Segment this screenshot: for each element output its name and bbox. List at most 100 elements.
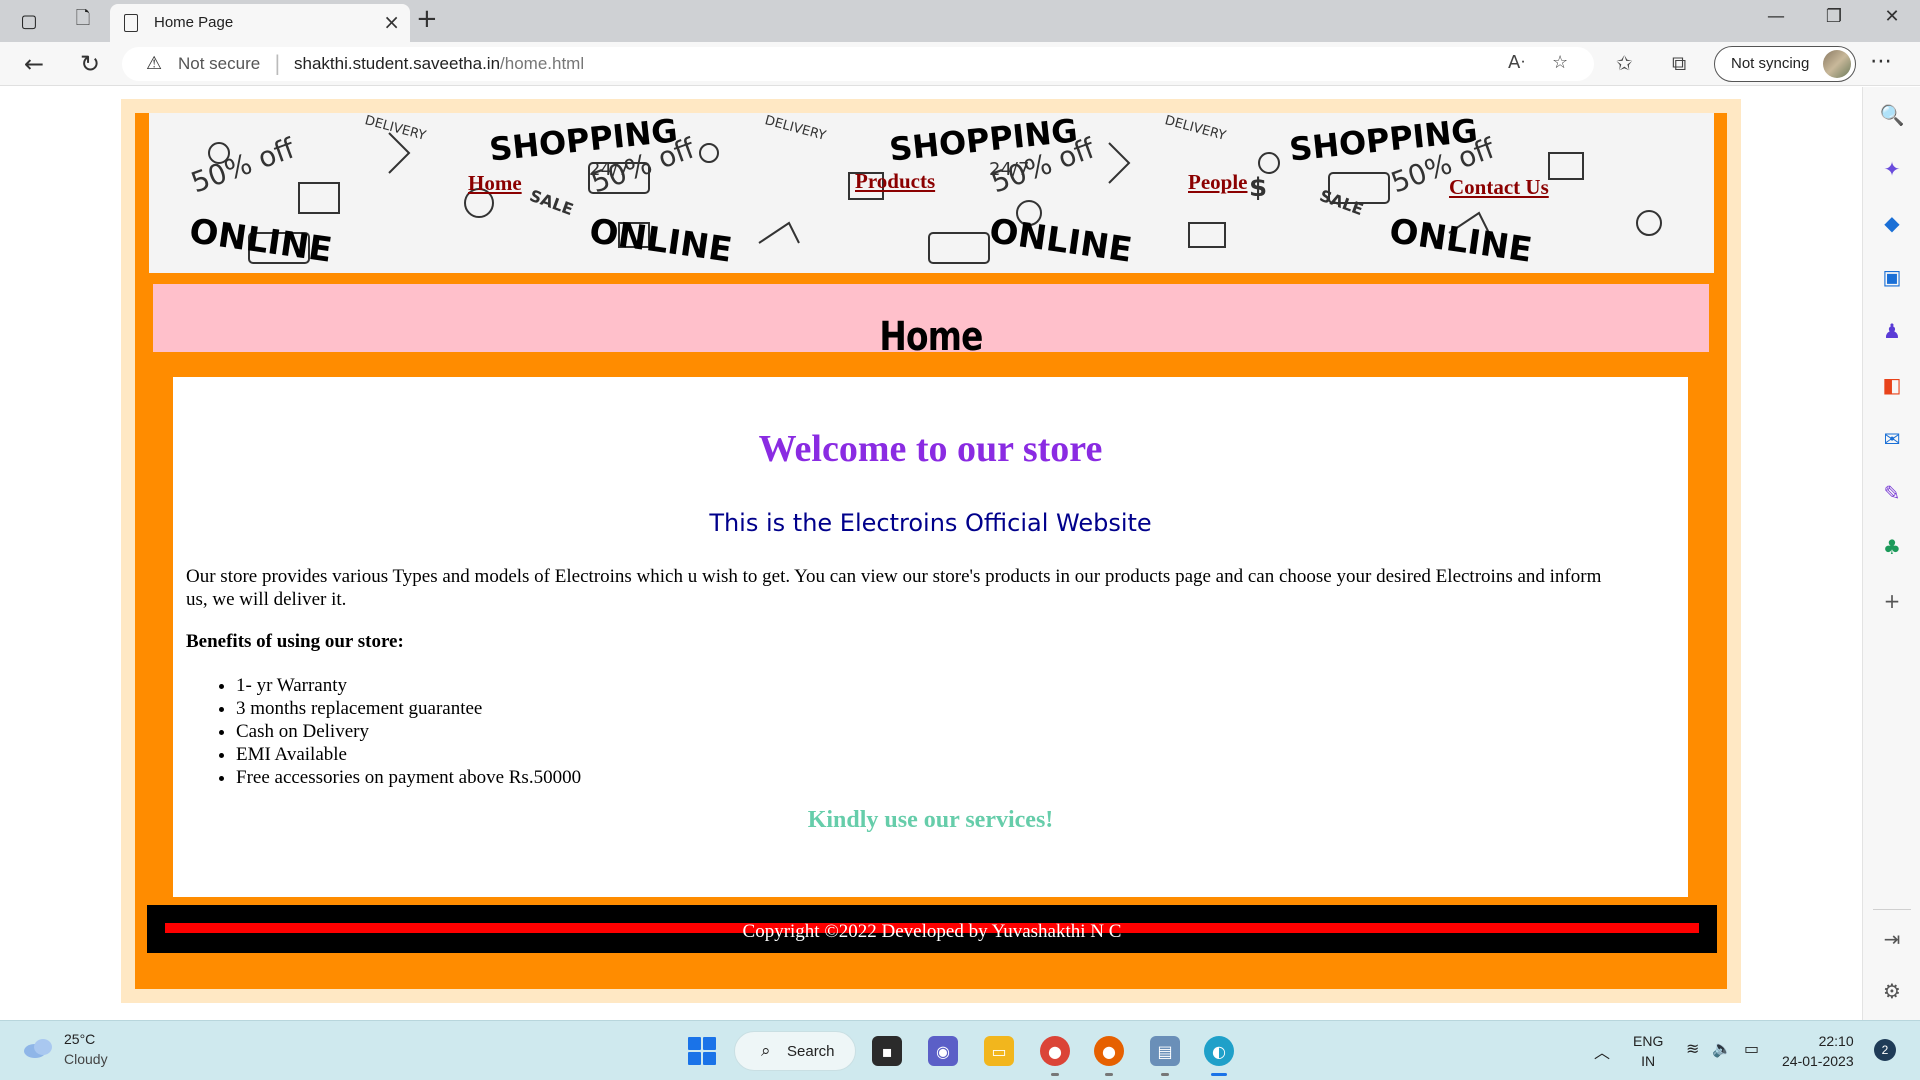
- battery-icon[interactable]: ▭: [1744, 1039, 1759, 1058]
- page-heading-bar: Home: [153, 284, 1709, 360]
- hide-sidebar-icon[interactable]: ⇥: [1880, 927, 1904, 951]
- weather-temperature[interactable]: 25°C: [64, 1031, 95, 1047]
- discover-icon[interactable]: ✦: [1880, 157, 1904, 181]
- input-language[interactable]: ENG IN: [1633, 1031, 1663, 1071]
- web-page-viewport: SHOPPING SHOPPING SHOPPING ONLINE ONLINE…: [0, 87, 1862, 1020]
- weather-condition[interactable]: Cloudy: [64, 1051, 108, 1067]
- welcome-heading: Welcome to our store: [758, 428, 1103, 470]
- search-icon[interactable]: 🔍: [1880, 103, 1905, 127]
- task-view-icon[interactable]: ▪: [872, 1036, 902, 1066]
- url-path: /home.html: [500, 54, 585, 73]
- tab-actions-icon[interactable]: 🗋: [68, 7, 98, 35]
- list-item: Cash on Delivery: [236, 720, 581, 743]
- closing-message: Kindly use our services!: [807, 807, 1054, 833]
- back-icon[interactable]: ←: [18, 50, 50, 78]
- shopping-banner: SHOPPING SHOPPING SHOPPING ONLINE ONLINE…: [149, 113, 1714, 273]
- search-label: Search: [787, 1043, 835, 1060]
- url-text[interactable]: shakthi.student.saveetha.in/home.html: [294, 54, 584, 74]
- warning-icon[interactable]: ⚠: [146, 53, 162, 74]
- list-item: Free accessories on payment above Rs.500…: [236, 766, 581, 789]
- address-bar[interactable]: ⚠ Not secure | shakthi.student.saveetha.…: [122, 47, 1594, 81]
- workspaces-icon[interactable]: ▢: [14, 7, 44, 35]
- address-toolbar: ← ↻ ⚠ Not secure | shakthi.student.savee…: [0, 42, 1920, 86]
- windows-start-icon[interactable]: [688, 1037, 716, 1065]
- firefox-icon[interactable]: ●: [1094, 1036, 1124, 1066]
- sidebar-settings-icon[interactable]: ⚙: [1880, 979, 1904, 1003]
- system-clock[interactable]: 22:10 24-01-2023: [1782, 1031, 1854, 1071]
- clock-date: 24-01-2023: [1782, 1053, 1854, 1069]
- active-indicator: [1211, 1073, 1227, 1076]
- nav-link-people[interactable]: People: [1188, 170, 1247, 195]
- list-item: 3 months replacement guarantee: [236, 697, 581, 720]
- language-code: ENG: [1633, 1033, 1664, 1049]
- read-aloud-icon[interactable]: Aᐧ: [1508, 52, 1525, 73]
- browser-tab-bar: ▢ 🗋 Home Page × + — ❐ ✕: [0, 0, 1920, 42]
- chevron-up-icon[interactable]: ︿: [1594, 1039, 1610, 1063]
- file-explorer-icon[interactable]: ▭: [984, 1036, 1014, 1066]
- browser-tab-home-page[interactable]: Home Page ×: [110, 4, 410, 42]
- banner-doodle-text: 24/7: [589, 159, 630, 180]
- refresh-icon[interactable]: ↻: [74, 50, 106, 78]
- notification-badge[interactable]: 2: [1874, 1039, 1896, 1061]
- office-icon[interactable]: ◧: [1880, 373, 1904, 397]
- list-item: EMI Available: [236, 743, 581, 766]
- nav-link-contact-us[interactable]: Contact Us: [1449, 175, 1549, 200]
- notepad-icon[interactable]: ▤: [1150, 1036, 1180, 1066]
- page-title: Home: [879, 314, 983, 360]
- cloud-icon[interactable]: [22, 1037, 56, 1059]
- collections-icon[interactable]: ⧉: [1672, 51, 1686, 75]
- running-indicator: [1051, 1073, 1059, 1076]
- close-window-icon[interactable]: ✕: [1872, 6, 1912, 27]
- new-tab-icon[interactable]: +: [416, 4, 438, 34]
- page-inner-frame: SHOPPING SHOPPING SHOPPING ONLINE ONLINE…: [135, 113, 1727, 989]
- designer-icon[interactable]: ✎: [1880, 481, 1904, 505]
- banner-doodle-text: 24/7: [989, 159, 1030, 180]
- nav-link-products[interactable]: Products: [855, 169, 935, 194]
- list-item: 1- yr Warranty: [236, 674, 581, 697]
- volume-icon[interactable]: 🔈: [1712, 1039, 1732, 1058]
- favorites-icon[interactable]: ✩: [1616, 51, 1633, 75]
- restore-icon[interactable]: ❐: [1814, 6, 1854, 27]
- more-menu-icon[interactable]: ⋯: [1870, 49, 1892, 74]
- benefits-list: 1- yr Warranty 3 months replacement guar…: [236, 674, 581, 789]
- edge-sidebar: 🔍 ✦ ◆ ▣ ♟ ◧ ✉ ✎ ♣ + ⇥ ⚙: [1862, 87, 1920, 1020]
- page-footer: Copyright ©2022 Developed by Yuvashakthi…: [147, 905, 1717, 953]
- intro-paragraph: Our store provides various Types and mod…: [186, 566, 1602, 610]
- tab-title: Home Page: [154, 14, 234, 31]
- url-separator: |: [274, 51, 281, 75]
- add-sidebar-icon[interactable]: +: [1880, 589, 1904, 613]
- games-icon[interactable]: ♟: [1880, 319, 1904, 343]
- content-panel: Welcome to our store This is the Electro…: [173, 377, 1688, 897]
- sync-label: Not syncing: [1731, 55, 1810, 72]
- wifi-icon[interactable]: ≋: [1686, 1039, 1699, 1058]
- nav-link-home[interactable]: Home: [468, 171, 522, 196]
- running-indicator: [1105, 1073, 1113, 1076]
- region-code: IN: [1641, 1053, 1656, 1069]
- chrome-icon[interactable]: ●: [1040, 1036, 1070, 1066]
- clock-time: 22:10: [1818, 1033, 1854, 1049]
- security-label[interactable]: Not secure: [178, 54, 260, 74]
- shopping-tag-icon[interactable]: ◆: [1880, 211, 1904, 235]
- tools-icon[interactable]: ▣: [1880, 265, 1904, 289]
- avatar: [1823, 50, 1851, 78]
- close-tab-icon[interactable]: ×: [383, 10, 400, 34]
- chat-icon[interactable]: ◉: [928, 1036, 958, 1066]
- url-host: shakthi.student.saveetha.in: [294, 54, 501, 73]
- page-icon: [124, 14, 138, 32]
- site-subtitle: This is the Electroins Official Website: [709, 509, 1152, 537]
- tree-icon[interactable]: ♣: [1880, 535, 1904, 559]
- sidebar-divider: [1873, 909, 1911, 910]
- taskbar-search-button[interactable]: ⌕ Search: [734, 1031, 856, 1071]
- outlook-icon[interactable]: ✉: [1880, 427, 1904, 451]
- add-favorite-icon[interactable]: ☆: [1552, 52, 1568, 73]
- search-icon: ⌕: [761, 1041, 771, 1061]
- edge-icon[interactable]: ◐: [1204, 1036, 1234, 1066]
- minimize-icon[interactable]: —: [1756, 6, 1796, 27]
- profile-sync-button[interactable]: Not syncing: [1714, 46, 1856, 82]
- copyright-text: Copyright ©2022 Developed by Yuvashakthi…: [742, 921, 1122, 942]
- page-outer-frame: SHOPPING SHOPPING SHOPPING ONLINE ONLINE…: [121, 99, 1741, 1003]
- running-indicator: [1161, 1073, 1169, 1076]
- banner-doodle-text: $: [1249, 173, 1268, 203]
- windows-taskbar: 25°C Cloudy ⌕ Search ▪ ◉ ▭ ● ● ▤ ◐ ︿ ENG…: [0, 1020, 1920, 1080]
- benefits-heading: Benefits of using our store:: [186, 631, 404, 652]
